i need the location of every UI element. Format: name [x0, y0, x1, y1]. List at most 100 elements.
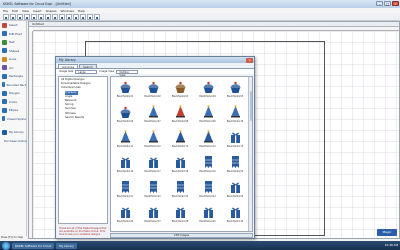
image-thumbnail[interactable]: BlackHarbor07: [140, 103, 166, 127]
image-thumbnail[interactable]: BlackHarbor19: [195, 153, 221, 177]
image-thumbnail[interactable]: BlackHarbor29: [195, 203, 221, 227]
tree-item-label: Relevant: [65, 99, 77, 103]
redo-icon[interactable]: ▪: [52, 13, 58, 20]
menu-insert[interactable]: Insert: [33, 9, 42, 13]
tool-rectangle[interactable]: Rectangle: [0, 72, 26, 81]
pointer-icon[interactable]: ▪: [66, 13, 72, 20]
tool-arc[interactable]: Arc: [0, 64, 26, 73]
tool-shapes[interactable]: Shapes: [0, 47, 26, 56]
tool-icon: [2, 107, 7, 113]
new-icon[interactable]: ▪: [3, 13, 9, 20]
image-thumbnail[interactable]: BlackHarbor22: [140, 178, 166, 202]
tool-label: Rounded Rect: [6, 82, 26, 87]
image-view-select[interactable]: Outline View: [116, 69, 139, 77]
image-thumbnail[interactable]: BlackHarbor12: [140, 128, 166, 152]
scarf-icon: [229, 155, 242, 169]
tool-my-library[interactable]: My Library: [0, 128, 26, 137]
image-thumbnail[interactable]: BlackHarbor01: [112, 78, 138, 102]
gift-icon: [229, 130, 242, 144]
image-thumbnail[interactable]: BlackHarbor05: [222, 78, 248, 102]
thumbnail-caption: BlackHarbor01: [116, 95, 134, 98]
tree-item[interactable]: Search Results: [60, 116, 106, 120]
image-thumbnail[interactable]: BlackHarbor13: [167, 128, 193, 152]
tool-label: Text: [9, 40, 15, 45]
image-thumbnail[interactable]: BlackHarbor02: [140, 78, 166, 102]
tool-label: My Library: [9, 130, 24, 135]
image-thumbnail[interactable]: BlackHarbor03: [167, 78, 193, 102]
thumbnail-caption: BlackHarbor07: [144, 120, 161, 123]
gift-icon: [119, 155, 132, 169]
tool-polygon[interactable]: Polygon: [0, 89, 26, 98]
close-button[interactable]: ×: [392, 1, 399, 6]
text-tool-icon[interactable]: ▪: [80, 13, 86, 20]
image-thumbnail[interactable]: BlackHarbor04: [195, 78, 221, 102]
image-thumbnail[interactable]: BlackHarbor23: [167, 178, 193, 202]
library-note[interactable]: These are all of the Digital Designs tha…: [59, 227, 107, 236]
image-thumbnail[interactable]: BlackHarbor06: [112, 103, 138, 127]
scrollbar-thumb[interactable]: [249, 91, 252, 121]
cupcake-icon: [119, 80, 132, 94]
image-thumbnail[interactable]: BlackHarbor10: [222, 103, 248, 127]
paste-icon[interactable]: ▪: [38, 13, 44, 20]
open-icon[interactable]: ▪: [10, 13, 16, 20]
image-thumbnail[interactable]: BlackHarbor30: [222, 203, 248, 227]
minimize-button[interactable]: –: [376, 1, 383, 6]
image-thumbnail[interactable]: BlackHarbor17: [140, 153, 166, 177]
taskbar-item-app[interactable]: KOKEL Software for Cricut: [12, 242, 55, 249]
menu-edit[interactable]: Edit: [12, 9, 18, 13]
tool-edit-point[interactable]: Edit Point: [0, 30, 26, 39]
image-thumbnail[interactable]: BlackHarbor18: [167, 153, 193, 177]
image-thumbnail[interactable]: BlackHarbor20: [222, 153, 248, 177]
gift-icon: [147, 155, 160, 169]
tool-select[interactable]: Select: [0, 21, 26, 30]
hat-icon: [229, 105, 242, 119]
image-thumbnail[interactable]: BlackHarbor27: [140, 203, 166, 227]
tab-libraries[interactable]: Libraries: [58, 64, 79, 69]
thumbnail-caption: BlackHarbor13: [171, 145, 189, 148]
select-icon[interactable]: ▪: [59, 13, 65, 20]
tool-closed-spline[interactable]: Closed Spline: [0, 115, 26, 124]
tool-lines[interactable]: Lines: [0, 55, 26, 64]
tool-ellipse[interactable]: Ellipse: [0, 106, 26, 115]
dialog-close-button[interactable]: ×: [246, 57, 253, 63]
image-thumbnail[interactable]: BlackHarbor08: [167, 103, 193, 127]
tree-item-label: Stillness: [65, 111, 76, 115]
grid-scrollbar[interactable]: [248, 77, 252, 231]
menu-file[interactable]: File: [3, 9, 8, 13]
tool-circle[interactable]: Circle: [0, 98, 26, 107]
copy-icon[interactable]: ▪: [31, 13, 37, 20]
image-thumbnail[interactable]: BlackHarbor09: [195, 103, 221, 127]
save-icon[interactable]: ▪: [17, 13, 23, 20]
image-size-select[interactable]: Large: [75, 69, 98, 74]
image-thumbnail[interactable]: BlackHarbor11: [112, 128, 138, 152]
image-thumbnail[interactable]: BlackHarbor14: [195, 128, 221, 152]
cut-icon[interactable]: ▪: [24, 13, 30, 20]
start-button[interactable]: [2, 241, 10, 250]
menu-windows[interactable]: Windows: [61, 9, 74, 13]
tool-rounded-rect[interactable]: Rounded Rect: [0, 81, 26, 90]
hat-icon: [147, 130, 160, 144]
tool-text[interactable]: Text: [0, 38, 26, 47]
tab-search[interactable]: Search: [79, 64, 97, 69]
image-thumbnail[interactable]: BlackHarbor16: [112, 153, 138, 177]
clock: 10:48 AM: [384, 243, 398, 247]
menu-help[interactable]: Help: [78, 9, 85, 13]
image-thumbnail[interactable]: BlackHarbor21: [112, 178, 138, 202]
tool-purchase-online[interactable]: Purchase Online: [0, 137, 27, 146]
zoom-icon[interactable]: ▪: [73, 13, 79, 20]
line-tool-icon[interactable]: ▪: [94, 13, 100, 20]
shape-tool-icon[interactable]: ▪: [87, 13, 93, 20]
menu-view[interactable]: View: [22, 9, 29, 13]
image-thumbnail[interactable]: BlackHarbor28: [167, 203, 193, 227]
undo-icon[interactable]: ▪: [45, 13, 51, 20]
image-thumbnail[interactable]: BlackHarbor25: [222, 178, 248, 202]
cupcake-icon: [147, 80, 160, 94]
maximize-button[interactable]: □: [384, 1, 391, 6]
image-thumbnail[interactable]: BlackHarbor26: [112, 203, 138, 227]
image-thumbnail[interactable]: BlackHarbor24: [195, 178, 221, 202]
taskbar-item-library[interactable]: My Library: [56, 242, 77, 249]
tool-label: Arc: [9, 65, 14, 70]
image-count-status: 238 images: [110, 233, 253, 238]
image-thumbnail[interactable]: BlackHarbor15: [222, 128, 248, 152]
menu-shapes[interactable]: Shapes: [46, 9, 57, 13]
